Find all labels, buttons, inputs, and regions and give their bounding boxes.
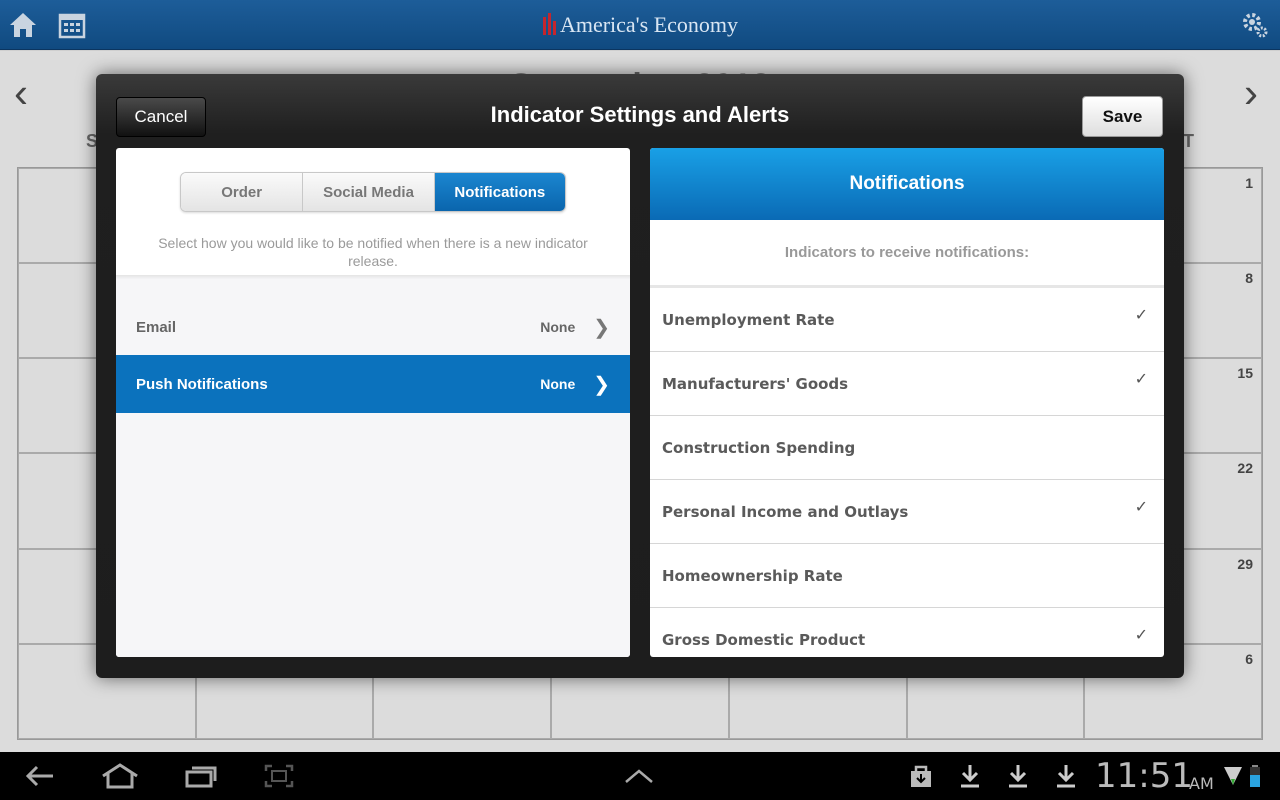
settings-gear-icon[interactable] — [1238, 8, 1272, 42]
tab-notifications[interactable]: Notifications — [434, 173, 565, 211]
chevron-right-icon: ❯ — [593, 373, 610, 396]
app-logo: America's Economy — [0, 12, 1280, 38]
checkmark-icon: ✓ — [1134, 369, 1148, 388]
wifi-signal-icon — [1222, 760, 1244, 792]
app-title: America's Economy — [559, 12, 739, 37]
dialog-title: Indicator Settings and Alerts — [490, 102, 790, 127]
indicators-panel-header: Notifications — [650, 148, 1164, 220]
screenshot-icon[interactable] — [262, 760, 296, 792]
logo-mark-icon — [542, 13, 556, 35]
tab-order[interactable]: Order — [181, 173, 304, 211]
recent-apps-icon[interactable] — [182, 760, 220, 792]
push-notifications-value: None — [540, 376, 576, 392]
indicators-subheader: Indicators to receive notifications: — [650, 220, 1164, 288]
download-icon — [956, 760, 984, 792]
checkmark-icon: ✓ — [1134, 497, 1148, 516]
clock-ampm: AM — [1189, 774, 1214, 793]
indicator-item[interactable]: Construction Spending — [650, 416, 1164, 480]
notification-method-panel: Order Social Media Notifications Select … — [116, 148, 630, 657]
weekday-label: T — [1183, 131, 1194, 151]
prev-month-chevron-icon[interactable]: ‹ — [14, 69, 28, 117]
download-icon — [1004, 760, 1032, 792]
email-label: Email — [136, 318, 177, 336]
clock-time: 11:51 — [1095, 756, 1193, 796]
battery-icon — [1248, 760, 1262, 792]
checkmark-icon: ✓ — [1134, 305, 1148, 324]
push-notifications-label: Push Notifications — [136, 375, 268, 393]
indicators-panel: Notifications Indicators to receive noti… — [650, 148, 1164, 657]
push-notifications-row[interactable]: Push Notifications None ❯ — [116, 355, 630, 413]
email-value: None — [540, 319, 576, 335]
indicator-item[interactable]: Unemployment Rate ✓ — [650, 288, 1164, 352]
chevron-right-icon: ❯ — [593, 316, 610, 339]
system-navigation-bar: 11:51 AM — [0, 752, 1280, 800]
checkmark-icon: ✓ — [1134, 625, 1148, 644]
shopping-bag-icon — [906, 760, 936, 792]
app-bar: America's Economy — [0, 0, 1280, 50]
download-icon — [1052, 760, 1080, 792]
indicator-item[interactable]: Manufacturers' Goods ✓ — [650, 352, 1164, 416]
back-icon[interactable] — [22, 760, 58, 792]
indicator-item[interactable]: Personal Income and Outlays ✓ — [650, 480, 1164, 544]
settings-segmented-control: Order Social Media Notifications — [180, 172, 566, 212]
home-button-icon[interactable] — [98, 760, 142, 792]
menu-up-chevron-icon[interactable] — [622, 760, 656, 792]
indicator-item[interactable]: Gross Domestic Product ✓ — [650, 608, 1164, 657]
notification-hint-text: Select how you would like to be notified… — [158, 235, 588, 269]
save-button[interactable]: Save — [1082, 96, 1163, 137]
indicator-list: Unemployment Rate ✓ Manufacturers' Goods ✓… — [650, 288, 1164, 657]
indicator-item[interactable]: Homeownership Rate — [650, 544, 1164, 608]
tab-social-media[interactable]: Social Media — [303, 173, 435, 211]
next-month-chevron-icon[interactable]: › — [1244, 69, 1258, 117]
email-row[interactable]: Email None ❯ — [116, 298, 630, 356]
settings-dialog: Cancel Indicator Settings and Alerts Sav… — [96, 74, 1184, 678]
